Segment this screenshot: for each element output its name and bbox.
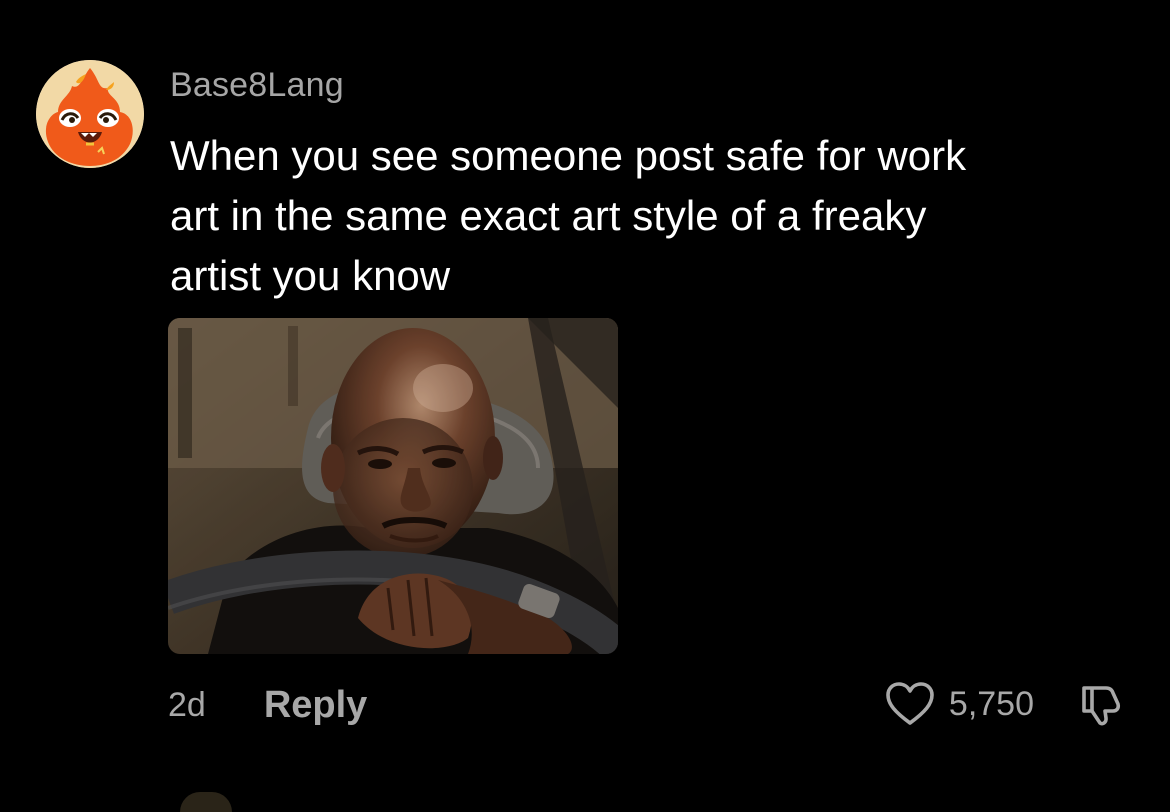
comment-item: Base8Lang When you see someone post safe… — [0, 0, 1170, 812]
like-count: 5,750 — [948, 684, 1034, 723]
attached-image[interactable] — [168, 318, 618, 654]
next-comment-avatar[interactable] — [180, 792, 232, 812]
comment-meta-row: 2d Reply — [168, 680, 367, 730]
flame-character-avatar-icon — [36, 60, 144, 168]
username[interactable]: Base8Lang — [170, 66, 344, 105]
avatar[interactable] — [36, 60, 144, 168]
comment-actions: 5,750 — [885, 678, 1126, 730]
heart-icon[interactable] — [885, 681, 935, 727]
thumbs-down-icon[interactable] — [1078, 680, 1126, 728]
like-button[interactable]: 5,750 — [885, 681, 1034, 727]
meme-photo-image — [168, 318, 618, 654]
timestamp: 2d — [168, 685, 206, 724]
reply-button[interactable]: Reply — [264, 684, 367, 727]
comment-text: When you see someone post safe for work … — [170, 132, 967, 299]
